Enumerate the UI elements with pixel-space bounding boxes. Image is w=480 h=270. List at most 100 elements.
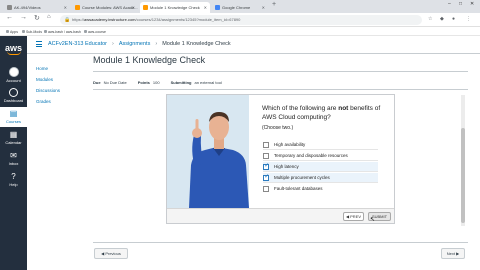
page-title: Module 1 Knowledge Check	[93, 55, 206, 65]
prev-button[interactable]: ◀ PREV	[343, 212, 364, 221]
divider	[263, 160, 378, 161]
browser-tab[interactable]: Course Modules: AWS Acade... ✕	[72, 2, 138, 13]
scrollbar-thumb[interactable]	[461, 128, 465, 223]
browser-toolbar: ← → ↻ ⌂ 🔒 https://awsacademy.instructure…	[0, 13, 480, 27]
favicon-icon	[143, 5, 148, 10]
tab-label: Course Modules: AWS Acade...	[82, 5, 138, 10]
breadcrumb-course-link[interactable]: ACFv2EN-313 Educator	[48, 41, 107, 47]
checkbox-checked[interactable]	[263, 173, 269, 182]
breadcrumb-separator-icon: ›	[155, 41, 158, 47]
nav-item-courses[interactable]: ▤ Courses	[0, 107, 27, 127]
nav-item-calendar[interactable]: ▦ Calendar	[0, 128, 27, 148]
back-icon[interactable]: ←	[6, 14, 13, 21]
menu-kebab-icon[interactable]: ⋮	[466, 16, 471, 22]
logo-text: aws	[4, 43, 22, 53]
quiz-player[interactable]: Which of the following are not benefits …	[166, 94, 395, 224]
answer-option[interactable]: Fault-tolerant databases	[263, 184, 378, 193]
bookmark-item[interactable]: Sub-Mods	[22, 28, 42, 36]
address-bar[interactable]: 🔒 https://awsacademy.instructure.com/cou…	[60, 15, 422, 25]
bookmark-apps[interactable]: Apps	[6, 28, 18, 36]
favicon-icon	[7, 5, 12, 10]
nav-item-label: Dashboard	[3, 98, 24, 103]
tab-label: Google Chrome	[222, 5, 251, 10]
course-nav-home[interactable]: Home	[36, 66, 60, 77]
hamburger-menu-icon[interactable]	[36, 41, 42, 47]
aws-logo[interactable]: aws	[2, 43, 25, 55]
nav-item-account[interactable]: Account	[0, 65, 27, 85]
course-nav-grades[interactable]: Grades	[36, 99, 60, 110]
new-tab-icon[interactable]: +	[272, 1, 276, 8]
bookmark-icon	[22, 30, 25, 33]
browser-tab-active[interactable]: Module 1 Knowledge Check ✕	[140, 2, 210, 13]
answer-option-selected[interactable]: High latency	[263, 162, 378, 171]
checkbox[interactable]	[263, 152, 269, 159]
checkbox[interactable]	[263, 185, 269, 192]
divider	[93, 242, 468, 243]
bookmark-label: aws-course	[88, 30, 106, 34]
bookmark-label: Sub-Mods	[26, 30, 42, 34]
browser-tab[interactable]: AK-494/Videos ✕	[4, 2, 70, 13]
next-button[interactable]: Next ▶	[441, 248, 465, 259]
bookmark-icon	[44, 30, 47, 33]
global-nav: aws Account Dashboard ▤ Courses ▦ Calend…	[0, 36, 27, 270]
nav-item-label: Courses	[6, 119, 21, 124]
breadcrumb-section-link[interactable]: Assignments	[119, 41, 151, 47]
checkbox[interactable]	[263, 141, 269, 148]
answer-option-selected[interactable]: Multiple procurement cycles	[263, 173, 378, 182]
browser-tab[interactable]: Google Chrome ✕	[212, 2, 268, 13]
divider	[263, 171, 378, 172]
bookmarks-bar: Apps Sub-Mods aws-bash / aws-bash aws-co…	[0, 28, 480, 36]
profile-icon[interactable]: ●	[452, 16, 455, 22]
favicon-icon	[215, 5, 220, 10]
question-emphasis: not	[338, 105, 349, 112]
bookmark-item[interactable]: aws-course	[84, 28, 106, 36]
apps-icon	[6, 30, 9, 33]
due-label: Due	[93, 80, 101, 85]
home-icon[interactable]: ⌂	[47, 14, 51, 20]
mouse-cursor-icon: ↖	[370, 217, 376, 223]
bookmark-icon	[84, 30, 87, 33]
browser-tab-bar: AK-494/Videos ✕ Course Modules: AWS Acad…	[0, 0, 480, 13]
course-nav-modules[interactable]: Modules	[36, 77, 60, 88]
close-tab-icon[interactable]: ✕	[132, 2, 135, 13]
question-part: Which of the following are	[262, 105, 339, 112]
player-controls: ◀ PREV SUBMIT ↖	[167, 208, 394, 223]
tab-label: Module 1 Knowledge Check	[150, 5, 200, 10]
points-value: 100	[152, 80, 160, 85]
reload-icon[interactable]: ↻	[34, 14, 40, 22]
url-host: awsacademy.instructure.com	[84, 17, 136, 22]
previous-button[interactable]: ◀ Previous	[94, 248, 128, 259]
nav-item-label: Help	[9, 182, 18, 187]
bookmark-label: Apps	[10, 30, 18, 34]
option-label: Fault-tolerant databases	[274, 186, 323, 191]
tab-label: AK-494/Videos	[14, 5, 41, 10]
divider	[93, 71, 468, 72]
answer-option[interactable]: High availability	[263, 140, 378, 149]
star-icon[interactable]: ☆	[428, 16, 432, 22]
inbox-icon: ✉	[10, 151, 17, 160]
nav-item-dashboard[interactable]: Dashboard	[0, 86, 27, 106]
breadcrumb-separator-icon: ›	[112, 41, 114, 47]
quiz-slide: Which of the following are not benefits …	[167, 95, 394, 208]
nav-item-help[interactable]: ? Help	[0, 170, 27, 190]
maximize-icon[interactable]: □	[459, 1, 462, 7]
minimize-icon[interactable]: –	[448, 1, 451, 7]
page-header: ACFv2EN-313 Educator › Assignments › Module …	[27, 36, 480, 54]
course-nav-discussions[interactable]: Discussions	[36, 88, 60, 99]
courses-book-icon: ▤	[9, 109, 18, 118]
answer-option[interactable]: Temporary and disposable resources	[263, 151, 378, 160]
submitting-label: Submitting	[170, 80, 192, 85]
breadcrumb: ACFv2EN-313 Educator › Assignments › Module …	[48, 36, 231, 53]
close-tab-icon[interactable]: ✕	[204, 2, 207, 13]
close-tab-icon[interactable]: ✕	[262, 2, 265, 13]
forward-icon[interactable]: →	[20, 14, 27, 21]
bookmark-item[interactable]: aws-bash / aws-bash	[44, 28, 81, 36]
bookmark-label: aws-bash / aws-bash	[48, 30, 81, 34]
window-close-icon[interactable]: ✕	[470, 1, 474, 7]
nav-item-label: Calendar	[5, 140, 22, 145]
url-scheme: https://	[72, 17, 85, 22]
close-tab-icon[interactable]: ✕	[64, 2, 67, 13]
extension-icon[interactable]: ◆	[440, 16, 444, 22]
checkbox-checked[interactable]	[263, 162, 269, 171]
nav-item-inbox[interactable]: ✉ Inbox	[0, 149, 27, 169]
